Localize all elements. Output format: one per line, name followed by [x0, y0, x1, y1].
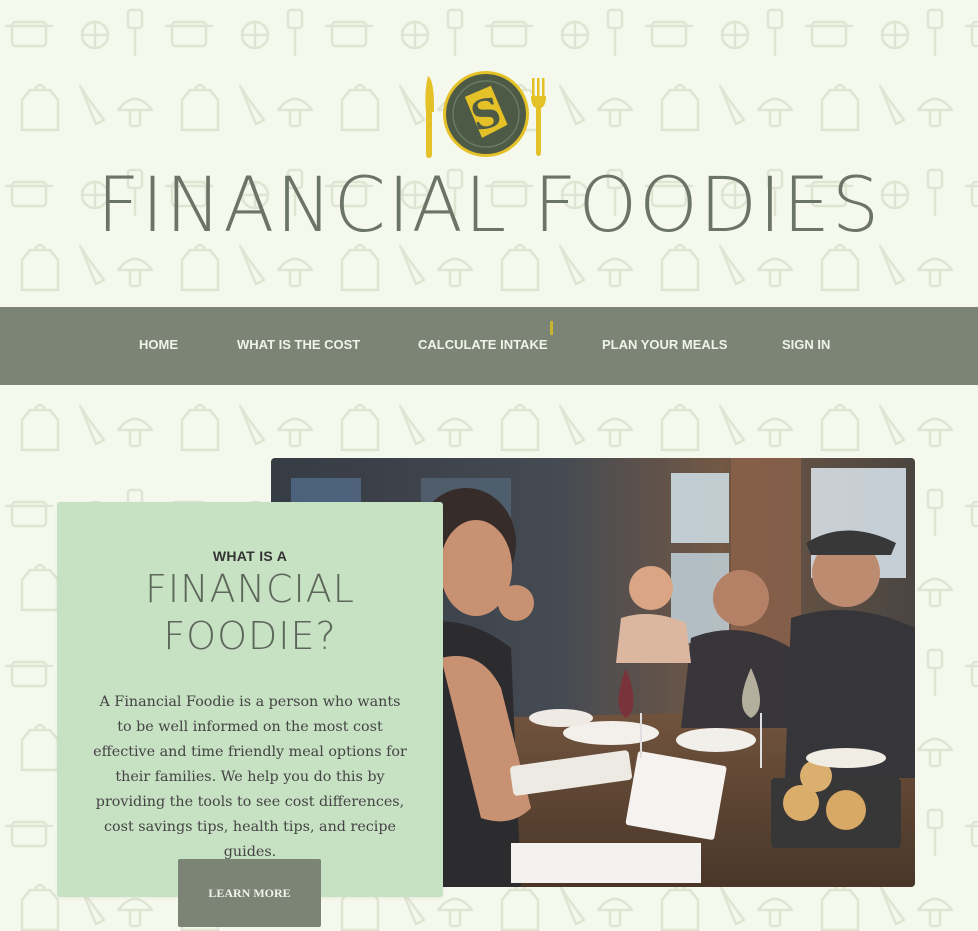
knife-icon [425, 76, 434, 158]
dollar-plate-icon: S [443, 71, 529, 157]
fork-icon [531, 78, 546, 156]
hero-description: A Financial Foodie is a person who wants… [93, 694, 407, 860]
site-title: FINANCIAL FOODIES [96, 160, 882, 249]
hero-info-card: WHAT IS A FINANCIAL FOODIE? A Financial … [57, 502, 443, 897]
nav-item-plan-your-meals[interactable]: PLAN YOUR MEALS [602, 337, 727, 352]
nav-item-home[interactable]: HOME [139, 337, 178, 352]
nav-active-marker [550, 321, 553, 335]
site-logo[interactable]: S [420, 70, 550, 162]
learn-more-button[interactable]: LEARN MORE [178, 859, 321, 927]
nav-item-what-is-the-cost[interactable]: WHAT IS THE COST [237, 337, 360, 352]
hero-headline-line-2: FOODIE? [163, 614, 337, 658]
hero-headline-line-1: FINANCIAL [145, 567, 355, 611]
main-nav: HOME WHAT IS THE COST CALCULATE INTAKE P… [0, 307, 978, 385]
hero-kicker: WHAT IS A [212, 548, 288, 564]
nav-item-sign-in[interactable]: SIGN IN [782, 337, 830, 352]
nav-item-calculate-intake[interactable]: CALCULATE INTAKE [418, 337, 548, 352]
hero-headline: FINANCIAL FOODIE? [57, 566, 443, 660]
